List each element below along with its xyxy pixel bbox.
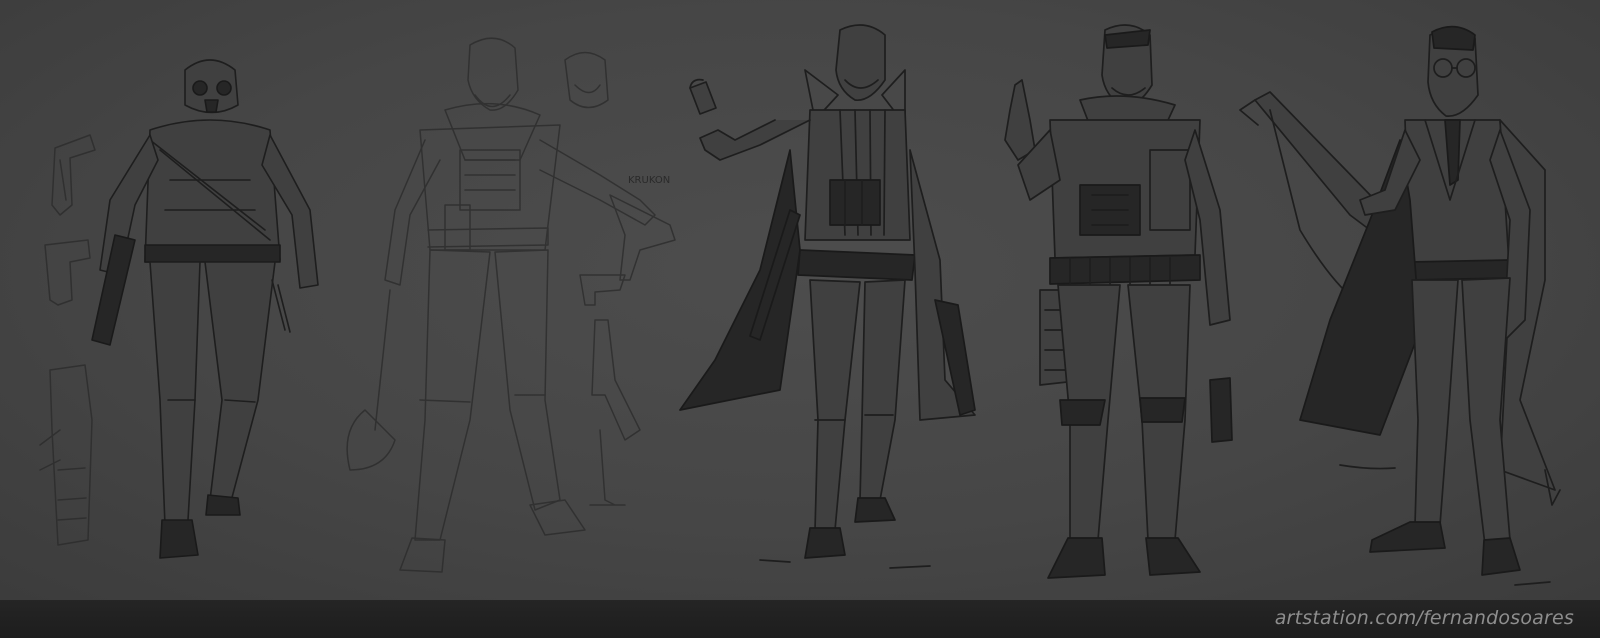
figure-bearded-operator xyxy=(346,37,676,573)
sketch-drawing: KRUKON xyxy=(39,24,1561,586)
artstation-watermark: artstation.com/fernandosoares xyxy=(1274,607,1574,629)
weapon-studies-left xyxy=(39,134,96,546)
figure-cape-gunman xyxy=(1239,25,1561,586)
sketch-sheet: KRUKON xyxy=(0,0,1600,600)
figure-gasmask-soldier xyxy=(91,59,319,559)
figure-armored-operator xyxy=(1004,24,1233,579)
handwritten-note: KRUKON xyxy=(628,175,670,186)
figure-trenchcoat-bullet xyxy=(679,24,976,569)
